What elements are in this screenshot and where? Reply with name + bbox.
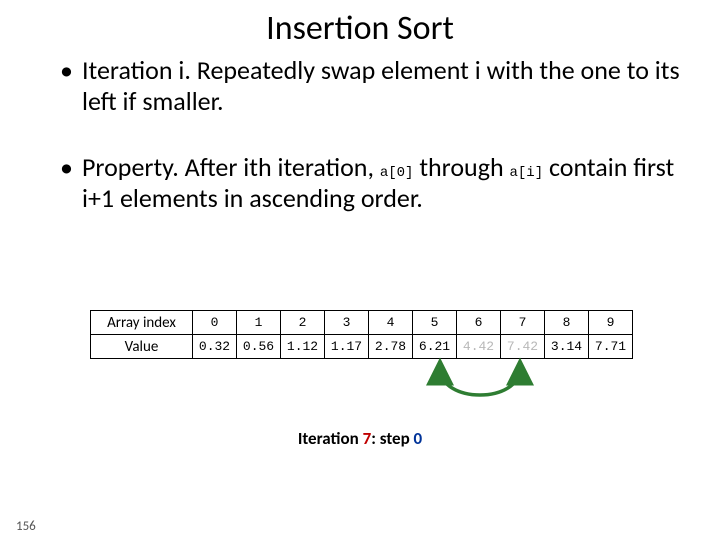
idx-7: 7: [501, 311, 545, 335]
idx-3: 3: [325, 311, 369, 335]
idx-2: 2: [281, 311, 325, 335]
bullet-2: Property. After ith iteration, a[0] thro…: [60, 152, 680, 213]
idx-5: 5: [413, 311, 457, 335]
idx-1: 1: [237, 311, 281, 335]
value-row: Value 0.32 0.56 1.12 1.17 2.78 6.21 4.42…: [91, 335, 633, 359]
iter-prefix: Iteration: [298, 428, 363, 449]
bullet-1-text: Iteration i. Repeatedly swap element i w…: [82, 54, 680, 117]
val-0: 0.32: [193, 335, 237, 359]
bullet-list: Iteration i. Repeatedly swap element i w…: [60, 55, 680, 214]
idx-4: 4: [369, 311, 413, 335]
array-table: Array index 0 1 2 3 4 5 6 7 8 9 Value 0.…: [90, 310, 633, 359]
bullet-2-text-a: Property. After ith iteration,: [82, 151, 380, 183]
swap-arrow-icon: [410, 364, 550, 414]
idx-0: 0: [193, 311, 237, 335]
bullet-2-text-b: through: [413, 151, 509, 183]
idx-9: 9: [589, 311, 633, 335]
iter-num: 7: [363, 428, 372, 449]
val-9: 7.71: [589, 335, 633, 359]
row-label-value: Value: [91, 335, 193, 359]
idx-6: 6: [457, 311, 501, 335]
val-5: 6.21: [413, 335, 457, 359]
iter-step: 0: [414, 428, 423, 449]
iter-mid: : step: [371, 428, 413, 449]
val-8: 3.14: [545, 335, 589, 359]
val-7: 7.42: [501, 335, 545, 359]
code-ai: a[i]: [509, 165, 543, 181]
row-label-index: Array index: [91, 311, 193, 335]
val-1: 0.56: [237, 335, 281, 359]
bullet-1: Iteration i. Repeatedly swap element i w…: [60, 55, 680, 116]
page-number: 156: [16, 519, 36, 534]
idx-8: 8: [545, 311, 589, 335]
page-title: Insertion Sort: [0, 8, 720, 49]
index-row: Array index 0 1 2 3 4 5 6 7 8 9: [91, 311, 633, 335]
code-a0: a[0]: [380, 165, 414, 181]
val-3: 1.17: [325, 335, 369, 359]
iteration-label: Iteration 7: step 0: [0, 428, 720, 449]
val-4: 2.78: [369, 335, 413, 359]
slide: Insertion Sort Iteration i. Repeatedly s…: [0, 8, 720, 540]
val-2: 1.12: [281, 335, 325, 359]
val-6: 4.42: [457, 335, 501, 359]
